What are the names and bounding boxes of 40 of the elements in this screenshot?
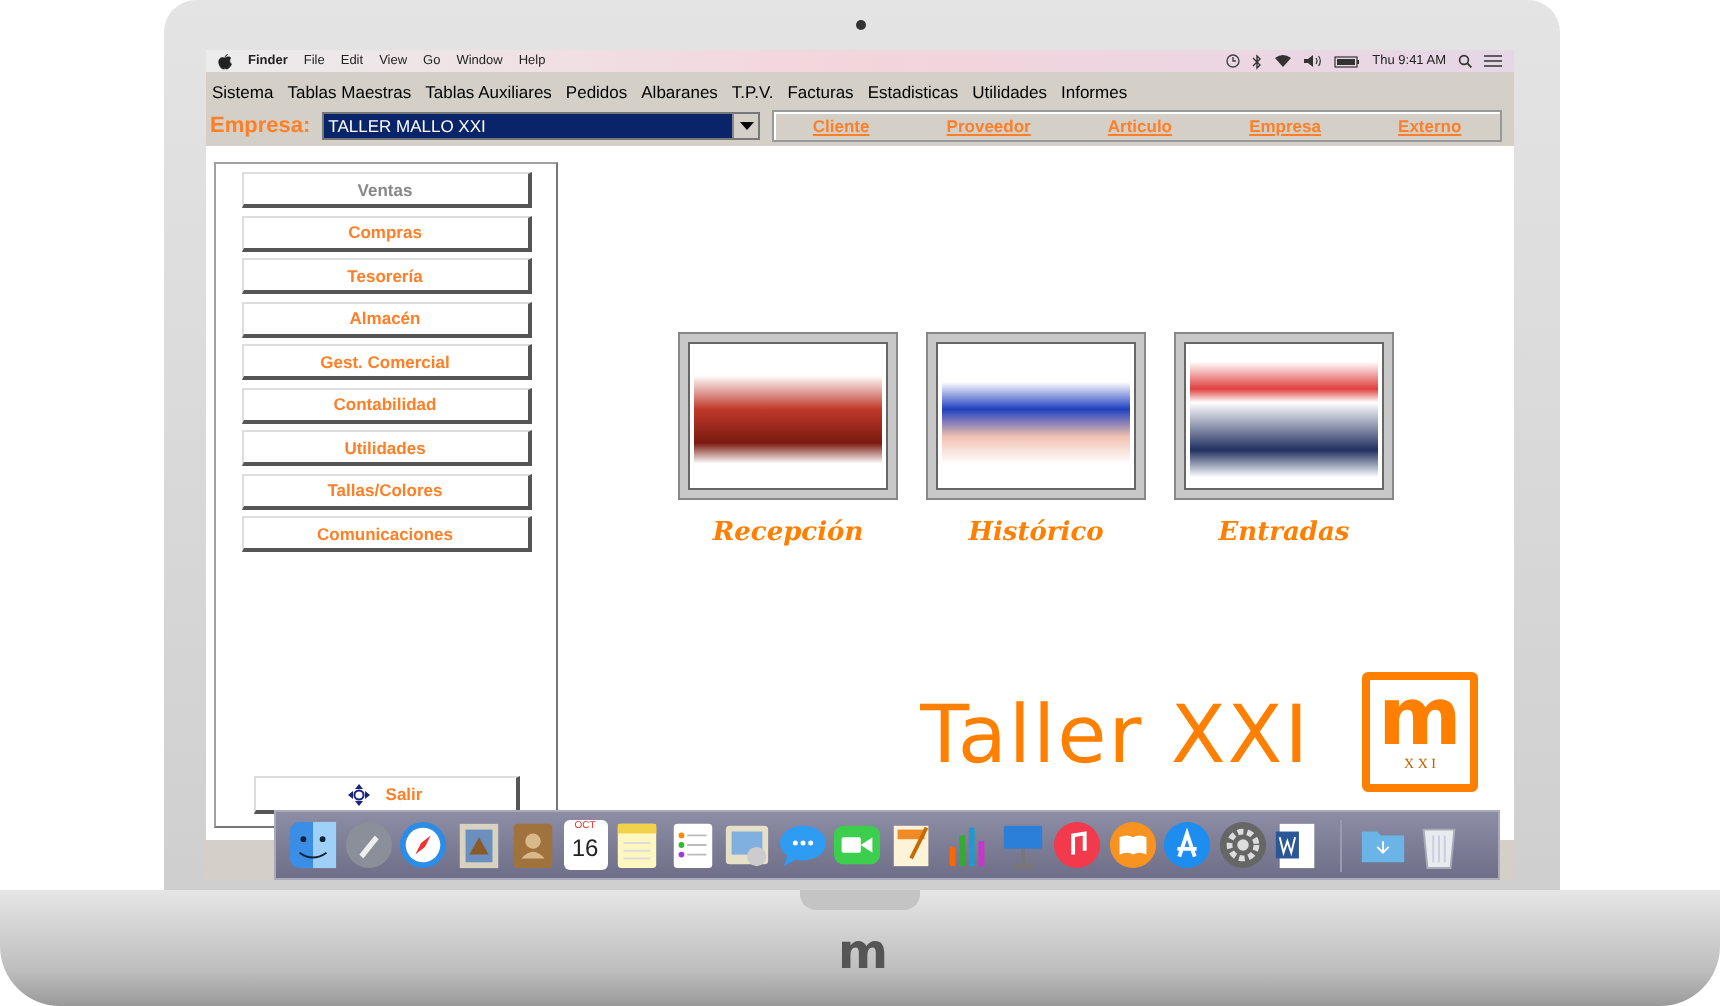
menu-item[interactable]: Albaranes <box>641 82 718 102</box>
menu-item[interactable]: Pedidos <box>565 82 628 102</box>
menu-item[interactable]: T.P.V. <box>731 82 774 102</box>
list-icon[interactable] <box>1484 54 1502 68</box>
camera-icon <box>856 20 866 30</box>
speaker-icon[interactable] <box>1304 54 1323 68</box>
clock-icon[interactable] <box>1226 54 1241 68</box>
open-book-icon[interactable] <box>1107 820 1157 870</box>
brand-title: Taller XXI <box>920 696 1310 776</box>
menu-item[interactable]: Tablas Maestras <box>287 82 412 102</box>
compass-icon[interactable] <box>398 820 448 870</box>
menu-item[interactable]: Informes <box>1061 82 1128 102</box>
move-arrows-icon <box>347 783 370 805</box>
company-label: Empresa: <box>210 114 311 138</box>
face-icon[interactable] <box>288 820 338 870</box>
video-call-icon[interactable] <box>832 820 882 870</box>
module-image-button[interactable] <box>680 334 896 498</box>
company-dropdown[interactable]: TALLER MALLO XXI <box>322 112 761 140</box>
menu-item[interactable]: Estadisticas <box>867 82 959 102</box>
notepad-icon[interactable] <box>612 820 662 870</box>
wifi-icon[interactable] <box>1274 54 1293 68</box>
menu-item[interactable]: Utilidades <box>972 82 1047 102</box>
speech-bubble-icon[interactable] <box>777 820 827 870</box>
menu-item[interactable]: Tablas Auxiliares <box>425 82 552 102</box>
logo-letter: m <box>1378 680 1462 756</box>
app-store-icon[interactable] <box>1162 820 1212 870</box>
menu-item[interactable]: Sistema <box>212 82 274 102</box>
apple-icon[interactable] <box>218 53 232 69</box>
menu-item[interactable]: Facturas <box>787 82 854 102</box>
laptop-logo: m <box>838 928 889 976</box>
search-icon[interactable] <box>1458 54 1472 68</box>
battery-icon[interactable] <box>1334 55 1361 67</box>
picture-icon[interactable] <box>722 820 772 870</box>
bluetooth-icon[interactable] <box>1252 53 1263 69</box>
module-image-button[interactable] <box>1176 334 1392 498</box>
caret-icon <box>739 122 754 130</box>
module-image-button[interactable] <box>928 334 1144 498</box>
gear-icon[interactable] <box>1217 820 1267 870</box>
calendar-day: 16 <box>571 834 599 862</box>
address-book-icon[interactable] <box>508 820 558 870</box>
